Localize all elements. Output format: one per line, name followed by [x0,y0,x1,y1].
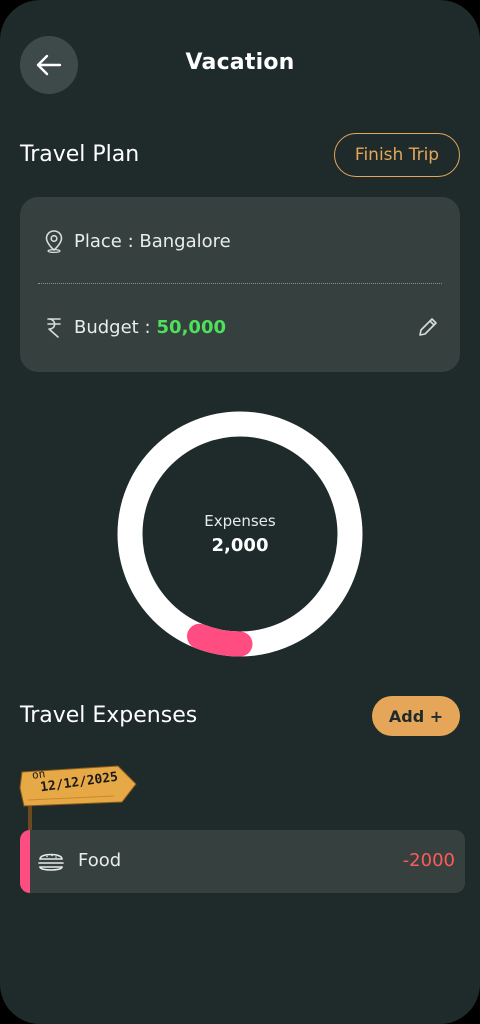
budget-row: Budget : 50,000 [42,315,438,339]
budget-label: Budget : [74,316,151,338]
plan-card: Place : Bangalore Budget : 50,000 [20,197,460,372]
place-text: Place : Bangalore [74,230,231,252]
page-title: Vacation [185,50,295,75]
edit-pencil-icon[interactable] [416,315,440,343]
travel-expenses-heading: Travel Expenses [20,703,198,728]
expenses-donut-chart [116,410,364,658]
travel-plan-heading: Travel Plan [20,142,140,167]
donut-track [117,411,363,657]
expense-amount: -2000 [402,850,455,871]
expense-color-bar [20,830,30,893]
place-row: Place : Bangalore [42,229,438,253]
divider [38,283,442,284]
rupee-icon [42,315,66,339]
expense-item[interactable]: Food -2000 [20,830,465,893]
budget-value: 50,000 [156,316,226,338]
donut-label: Expenses [204,512,276,530]
donut-value: 2,000 [211,535,269,556]
screen: Vacation Travel Plan Finish Trip Place :… [0,0,480,1024]
location-pin-icon [42,229,66,253]
donut-spent-arc [187,623,253,657]
expense-name: Food [78,850,122,871]
add-expense-button[interactable]: Add + [372,696,460,736]
finish-trip-button[interactable]: Finish Trip [334,133,460,177]
burger-icon [37,849,65,879]
